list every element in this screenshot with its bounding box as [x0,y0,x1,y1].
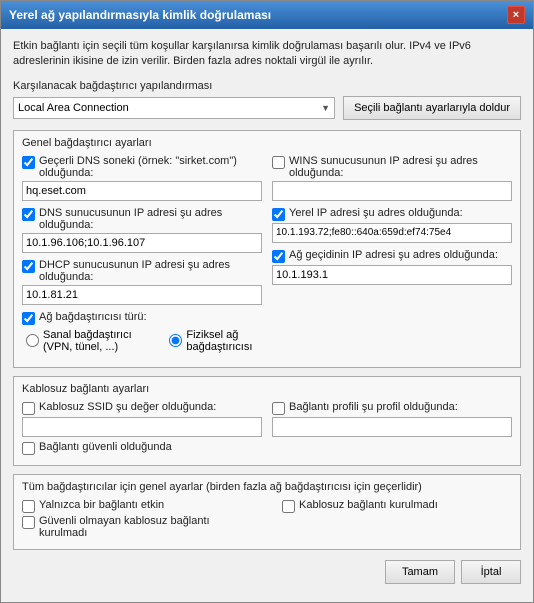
dhcp-server-field: DHCP sunucusunun IP adresi şu adres oldu… [22,259,262,305]
all-adapters-two-col: Yalnızca bir bağlantı etkin Güvenli olma… [22,499,512,541]
general-left-col: Geçerli DNS soneki (örnek: "sirket.com")… [22,155,262,359]
close-button[interactable]: × [507,6,525,24]
connection-dropdown-value: Local Area Connection [18,102,129,114]
profile-label: Bağlantı profili şu profil olduğunda: [272,401,512,415]
ssid-input[interactable] [22,417,262,437]
physical-radio[interactable] [169,334,182,347]
dns-suffix-field: Geçerli DNS soneki (örnek: "sirket.com")… [22,155,262,201]
dhcp-server-checkbox[interactable] [22,260,35,273]
connection-row: Local Area Connection ▼ Seçili bağlantı … [13,96,521,120]
wireless-profile-col: Bağlantı profili şu profil olduğunda: [272,401,512,437]
vpn-radio-label: Sanal bağdaştırıcı (VPN, tünel, ...) [26,329,149,353]
wireless-group: Kablosuz bağlantı ayarları Kablosuz SSID… [13,376,521,466]
all-adapters-group: Tüm bağdaştırıcılar için genel ayarlar (… [13,474,521,550]
adapter-type-checkbox[interactable] [22,312,35,325]
wireless-two-col: Kablosuz SSID şu değer olduğunda: Bağlan… [22,401,512,437]
window-content: Etkin bağlantı için seçili tüm koşullar … [1,29,533,602]
only-one-active-label: Yalnızca bir bağlantı etkin [22,499,252,513]
only-one-active-checkbox[interactable] [22,500,35,513]
wins-server-field: WINS sunucusunun IP adresi şu adres oldu… [272,155,512,201]
dns-suffix-label: Geçerli DNS soneki (örnek: "sirket.com")… [22,155,262,179]
fill-button[interactable]: Seçili bağlantı ayarlarıyla doldur [343,96,521,120]
profile-input[interactable] [272,417,512,437]
bottom-buttons: Tamam İptal [13,560,521,592]
secure-checkbox[interactable] [22,442,35,455]
profile-checkbox[interactable] [272,402,285,415]
dhcp-server-label: DHCP sunucusunun IP adresi şu adres oldu… [22,259,262,283]
dhcp-server-input[interactable] [22,285,262,305]
insecure-wireless-checkbox[interactable] [22,516,35,529]
dns-server-field: DNS sunucusunun IP adresi şu adres olduğ… [22,207,262,253]
ssid-checkbox[interactable] [22,402,35,415]
connection-dropdown[interactable]: Local Area Connection ▼ [13,97,335,119]
wireless-group-title: Kablosuz bağlantı ayarları [22,383,512,395]
dns-suffix-input[interactable] [22,181,262,201]
dns-suffix-checkbox[interactable] [22,156,35,169]
window-title: Yerel ağ yapılandırmasıyla kimlik doğrul… [9,8,271,22]
wireless-ssid-col: Kablosuz SSID şu değer olduğunda: [22,401,262,437]
dns-server-input[interactable] [22,233,262,253]
dropdown-arrow-icon: ▼ [321,103,330,113]
secure-label: Bağlantı güvenli olduğunda [22,441,512,455]
all-adapters-right-col: Kablosuz bağlantı kurulmadı [282,499,512,541]
insecure-wireless-label: Güvenli olmayan kablosuz bağlantı kurulm… [22,515,252,539]
dns-server-label: DNS sunucusunun IP adresi şu adres olduğ… [22,207,262,231]
ssid-label: Kablosuz SSID şu değer olduğunda: [22,401,262,415]
gateway-label: Ağ geçidinin IP adresi şu adres olduğund… [272,249,512,263]
titlebar: Yerel ağ yapılandırmasıyla kimlik doğrul… [1,1,533,29]
local-ip-field: Yerel IP adresi şu adres olduğunda: [272,207,512,243]
gateway-checkbox[interactable] [272,250,285,263]
adapter-type-label: Ağ bağdaştırıcısı türü: [22,311,262,325]
local-ip-input[interactable] [272,223,512,243]
wins-server-input[interactable] [272,181,512,201]
gateway-input[interactable] [272,265,512,285]
wins-server-label: WINS sunucusunun IP adresi şu adres oldu… [272,155,512,179]
main-window: Yerel ağ yapılandırmasıyla kimlik doğrul… [0,0,534,603]
description-text: Etkin bağlantı için seçili tüm koşullar … [13,39,521,70]
gateway-field: Ağ geçidinin IP adresi şu adres olduğund… [272,249,512,285]
general-group: Genel bağdaştırıcı ayarları Geçerli DNS … [13,130,521,368]
wireless-not-established-checkbox[interactable] [282,500,295,513]
general-two-col: Geçerli DNS soneki (örnek: "sirket.com")… [22,155,512,359]
ok-button[interactable]: Tamam [385,560,455,584]
adapter-type-radios: Sanal bağdaştırıcı (VPN, tünel, ...) Fiz… [22,329,262,353]
general-group-title: Genel bağdaştırıcı ayarları [22,137,512,149]
cancel-button[interactable]: İptal [461,560,521,584]
wins-server-checkbox[interactable] [272,156,285,169]
wireless-not-established-label: Kablosuz bağlantı kurulmadı [282,499,512,513]
physical-radio-label: Fiziksel ağ bağdaştırıcısı [169,329,262,353]
all-adapters-left-col: Yalnızca bir bağlantı etkin Güvenli olma… [22,499,252,541]
adapter-type-field: Ağ bağdaştırıcısı türü: Sanal bağdaştırı… [22,311,262,353]
local-ip-checkbox[interactable] [272,208,285,221]
local-ip-label: Yerel IP adresi şu adres olduğunda: [272,207,512,221]
all-adapters-title: Tüm bağdaştırıcılar için genel ayarlar (… [22,481,512,493]
general-right-col: WINS sunucusunun IP adresi şu adres oldu… [272,155,512,359]
connection-section-label: Karşılanacak bağdaştırıcı yapılandırması [13,80,521,92]
dns-server-checkbox[interactable] [22,208,35,221]
vpn-radio[interactable] [26,334,39,347]
